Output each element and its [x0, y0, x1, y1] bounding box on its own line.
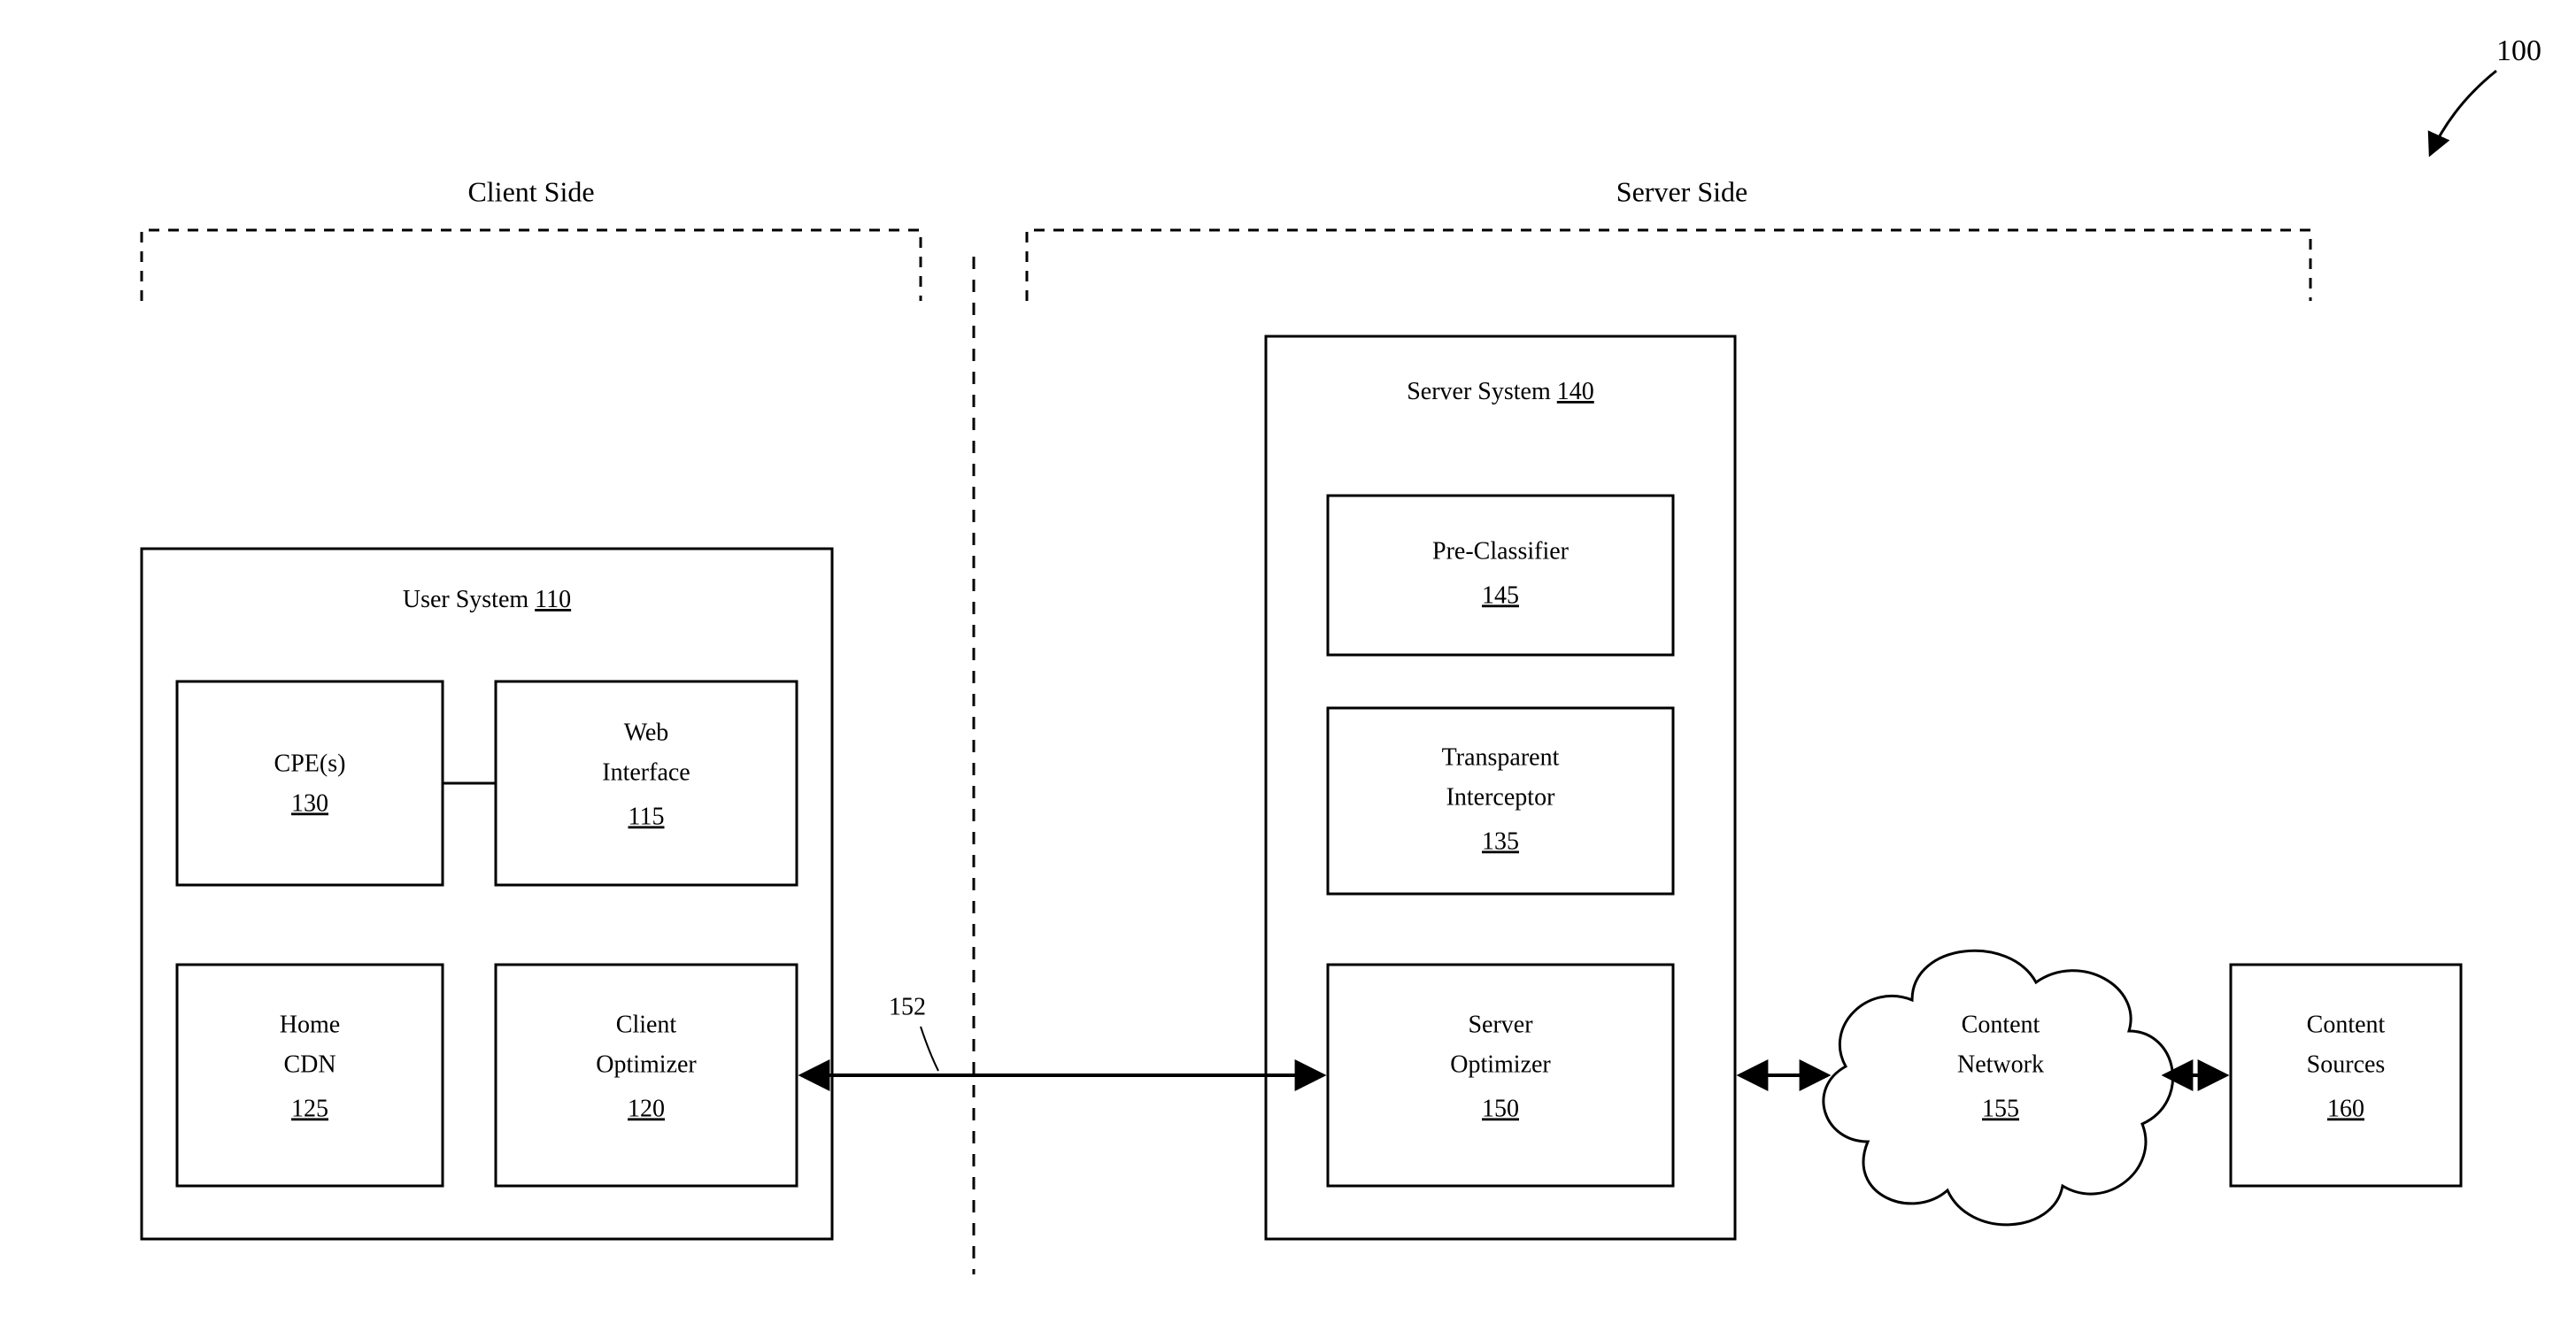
svg-text:Client: Client [616, 1011, 677, 1038]
svg-text:130: 130 [291, 789, 328, 817]
svg-text:120: 120 [628, 1095, 665, 1122]
svg-text:Pre-Classifier: Pre-Classifier [1432, 537, 1570, 565]
svg-text:Web: Web [624, 719, 669, 746]
link-152-label: 152 [889, 993, 926, 1020]
svg-text:125: 125 [291, 1095, 328, 1122]
svg-text:115: 115 [629, 803, 665, 830]
svg-text:CPE(s): CPE(s) [274, 750, 346, 777]
home-cdn-box: Home CDN 125 [177, 965, 443, 1186]
cpe-box: CPE(s) 130 [177, 681, 443, 885]
server-system-title: Server System 140 [1407, 378, 1594, 405]
server-side-label: Server Side [1616, 175, 1747, 207]
architecture-diagram: 100 Client Side Server Side User System … [0, 0, 2576, 1339]
client-side-bracket [142, 230, 921, 301]
content-network-cloud: Content Network 155 [1824, 950, 2173, 1225]
svg-text:CDN: CDN [283, 1050, 335, 1078]
svg-text:Interceptor: Interceptor [1446, 783, 1555, 811]
server-optimizer-box: Server Optimizer 150 [1328, 965, 1673, 1186]
svg-text:150: 150 [1482, 1095, 1519, 1122]
server-side-bracket [1027, 230, 2310, 301]
figure-pointer-arrow [2430, 71, 2496, 155]
svg-text:Network: Network [1957, 1050, 2044, 1078]
link-152-tick [921, 1027, 938, 1071]
svg-text:135: 135 [1482, 827, 1519, 855]
svg-text:Optimizer: Optimizer [596, 1050, 697, 1078]
svg-text:Interface: Interface [602, 758, 690, 786]
content-sources-box: Content Sources 160 [2231, 965, 2461, 1186]
svg-text:Sources: Sources [2307, 1050, 2386, 1078]
pre-classifier-box: Pre-Classifier 145 [1328, 496, 1673, 655]
figure-number: 100 [2496, 35, 2541, 67]
svg-text:155: 155 [1982, 1095, 2019, 1122]
svg-text:160: 160 [2327, 1095, 2364, 1122]
client-optimizer-box: Client Optimizer 120 [496, 965, 797, 1186]
svg-text:Home: Home [280, 1011, 340, 1038]
server-system: Server System 140 Pre-Classifier 145 Tra… [1266, 336, 1735, 1239]
web-interface-box: Web Interface 115 [496, 681, 797, 885]
transparent-interceptor-box: Transparent Interceptor 135 [1328, 708, 1673, 894]
user-system: User System 110 CPE(s) 130 Web Interface… [142, 549, 832, 1239]
svg-text:Server: Server [1468, 1011, 1533, 1038]
client-side-label: Client Side [467, 175, 594, 207]
svg-text:145: 145 [1482, 581, 1519, 609]
user-system-title: User System 110 [403, 586, 571, 613]
svg-text:Content: Content [2307, 1011, 2386, 1038]
svg-text:Transparent: Transparent [1442, 743, 1560, 771]
svg-text:Optimizer: Optimizer [1450, 1050, 1551, 1078]
svg-text:Content: Content [1962, 1011, 2040, 1038]
